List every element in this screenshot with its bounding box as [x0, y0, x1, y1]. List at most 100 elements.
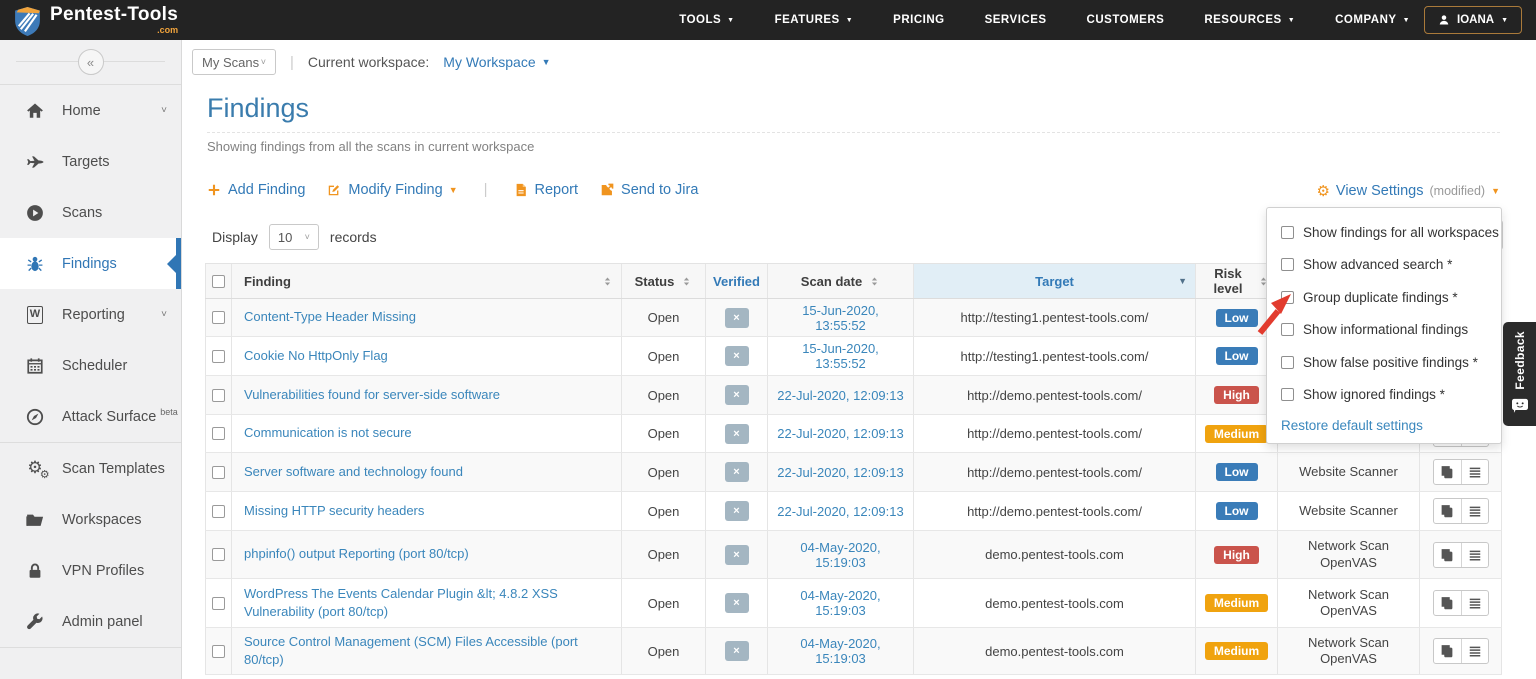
sidebar-item-admin-panel[interactable]: Admin panel	[0, 596, 181, 647]
column-header-target[interactable]: Target ▼	[914, 264, 1196, 298]
sidebar-item-reporting[interactable]: WReporting˅	[0, 289, 181, 340]
row-checkbox[interactable]	[212, 597, 225, 610]
row-checkbox[interactable]	[212, 350, 225, 363]
nav-item-company[interactable]: COMPANY▼	[1335, 14, 1410, 26]
scan-date-link[interactable]: 22-Jul-2020, 12:09:13	[777, 426, 903, 441]
finding-link[interactable]: Cookie No HttpOnly Flag	[244, 347, 388, 365]
duplicate-finding-button[interactable]	[1434, 460, 1461, 484]
sidebar-collapse-button[interactable]: «	[78, 49, 104, 75]
select-all-checkbox[interactable]	[212, 275, 225, 288]
column-header-status[interactable]: Status	[622, 264, 706, 298]
row-checkbox[interactable]	[212, 427, 225, 440]
sidebar-item-scans[interactable]: Scans	[0, 187, 181, 238]
restore-default-settings-link[interactable]: Restore default settings	[1267, 411, 1501, 435]
verified-toggle-badge[interactable]: ×	[725, 385, 749, 405]
nav-item-resources[interactable]: RESOURCES▼	[1204, 14, 1295, 26]
duplicate-finding-button[interactable]	[1434, 499, 1461, 523]
caret-down-icon: ▼	[727, 17, 734, 24]
verified-toggle-badge[interactable]: ×	[725, 424, 749, 444]
view-settings-option-show-informational-findings[interactable]: Show informational findings	[1267, 314, 1501, 347]
finding-link[interactable]: Source Control Management (SCM) Files Ac…	[244, 633, 609, 669]
scan-date-link[interactable]: 22-Jul-2020, 12:09:13	[777, 465, 903, 480]
finding-link[interactable]: WordPress The Events Calendar Plugin &lt…	[244, 585, 609, 621]
view-settings-option-show-findings-for-all-workspaces[interactable]: Show findings for all workspaces	[1267, 216, 1501, 249]
send-to-jira-button[interactable]: Send to Jira	[600, 182, 698, 198]
sidebar-item-findings[interactable]: Findings	[0, 238, 181, 289]
checkbox[interactable]	[1281, 291, 1294, 304]
finding-link[interactable]: Missing HTTP security headers	[244, 502, 424, 520]
sidebar-item-home[interactable]: Home˅	[0, 85, 181, 136]
workspace-selector[interactable]: My Workspace ▼	[443, 54, 550, 70]
my-scans-select[interactable]: My Scans ˅	[192, 49, 276, 75]
scan-date-link[interactable]: 15-Jun-2020, 13:55:52	[776, 341, 905, 371]
column-header-finding[interactable]: Finding	[232, 264, 622, 298]
sidebar-item-scan-templates[interactable]: ⚙⚙Scan Templates	[0, 443, 181, 494]
feedback-tab[interactable]: Feedback	[1503, 322, 1536, 426]
verified-toggle-badge[interactable]: ×	[725, 462, 749, 482]
checkbox[interactable]	[1281, 226, 1294, 239]
user-name: IOANA	[1457, 14, 1494, 26]
view-settings-option-show-false-positive-findings[interactable]: Show false positive findings *	[1267, 346, 1501, 379]
column-header-verified[interactable]: Verified	[706, 264, 768, 298]
checkbox[interactable]	[1281, 258, 1294, 271]
scan-date-link[interactable]: 04-May-2020, 15:19:03	[776, 588, 905, 618]
finding-details-button[interactable]	[1461, 639, 1488, 663]
user-menu-button[interactable]: IOANA ▼	[1424, 6, 1522, 34]
checkbox[interactable]	[1281, 388, 1294, 401]
view-settings-option-show-ignored-findings[interactable]: Show ignored findings *	[1267, 379, 1501, 412]
finding-details-button[interactable]	[1461, 460, 1488, 484]
scan-date-link[interactable]: 22-Jul-2020, 12:09:13	[777, 504, 903, 519]
duplicate-finding-button[interactable]	[1434, 591, 1461, 615]
duplicate-finding-button[interactable]	[1434, 543, 1461, 567]
add-finding-button[interactable]: Add Finding	[207, 182, 305, 198]
finding-details-button[interactable]	[1461, 591, 1488, 615]
finding-details-button[interactable]	[1461, 499, 1488, 523]
verified-toggle-badge[interactable]: ×	[725, 593, 749, 613]
view-settings-button[interactable]: ⚙ View Settings (modified) ▼	[1316, 182, 1500, 200]
scan-date-link[interactable]: 22-Jul-2020, 12:09:13	[777, 388, 903, 403]
scan-date-link[interactable]: 15-Jun-2020, 13:55:52	[776, 303, 905, 333]
finding-link[interactable]: phpinfo() output Reporting (port 80/tcp)	[244, 545, 469, 563]
finding-link[interactable]: Server software and technology found	[244, 463, 463, 481]
report-button[interactable]: Report	[514, 182, 579, 198]
scan-date-link[interactable]: 04-May-2020, 15:19:03	[776, 636, 905, 666]
finding-link[interactable]: Content-Type Header Missing	[244, 308, 416, 326]
row-checkbox[interactable]	[212, 389, 225, 402]
modify-finding-button[interactable]: Modify Finding ▼	[327, 182, 457, 198]
checkbox[interactable]	[1281, 356, 1294, 369]
verified-toggle-badge[interactable]: ×	[725, 545, 749, 565]
verified-toggle-badge[interactable]: ×	[725, 346, 749, 366]
sidebar-item-scheduler[interactable]: Scheduler	[0, 340, 181, 391]
nav-item-services[interactable]: SERVICES	[985, 14, 1047, 26]
finding-link[interactable]: Vulnerabilities found for server-side so…	[244, 386, 500, 404]
sidebar-item-attack-surface[interactable]: Attack Surfacebeta	[0, 391, 181, 442]
view-settings-option-show-advanced-search[interactable]: Show advanced search *	[1267, 249, 1501, 282]
scan-date-link[interactable]: 04-May-2020, 15:19:03	[776, 540, 905, 570]
sidebar-item-workspaces[interactable]: Workspaces	[0, 494, 181, 545]
row-checkbox[interactable]	[212, 311, 225, 324]
finding-link[interactable]: Communication is not secure	[244, 424, 412, 442]
verified-toggle-badge[interactable]: ×	[725, 308, 749, 328]
caret-down-icon: ▼	[846, 17, 853, 24]
row-checkbox[interactable]	[212, 548, 225, 561]
sidebar-item-vpn-profiles[interactable]: VPN Profiles	[0, 545, 181, 596]
column-header-scan-date[interactable]: Scan date	[768, 264, 914, 298]
row-checkbox[interactable]	[212, 466, 225, 479]
nav-item-tools[interactable]: TOOLS▼	[679, 14, 734, 26]
view-settings-option-group-duplicate-findings[interactable]: Group duplicate findings *	[1267, 281, 1501, 314]
brand-logo[interactable]: Pentest-Tools .com	[0, 3, 178, 37]
risk-level-badge: Low	[1216, 502, 1258, 520]
nav-item-customers[interactable]: CUSTOMERS	[1087, 14, 1165, 26]
table-row: Missing HTTP security headersOpen×22-Jul…	[205, 492, 1502, 531]
row-checkbox[interactable]	[212, 645, 225, 658]
row-checkbox[interactable]	[212, 505, 225, 518]
nav-item-features[interactable]: FEATURES▼	[775, 14, 854, 26]
verified-toggle-badge[interactable]: ×	[725, 501, 749, 521]
sidebar-item-targets[interactable]: Targets	[0, 136, 181, 187]
records-per-page-select[interactable]: 10 ˅	[269, 224, 319, 250]
duplicate-finding-button[interactable]	[1434, 639, 1461, 663]
finding-details-button[interactable]	[1461, 543, 1488, 567]
verified-toggle-badge[interactable]: ×	[725, 641, 749, 661]
checkbox[interactable]	[1281, 323, 1294, 336]
nav-item-pricing[interactable]: PRICING	[893, 14, 944, 26]
